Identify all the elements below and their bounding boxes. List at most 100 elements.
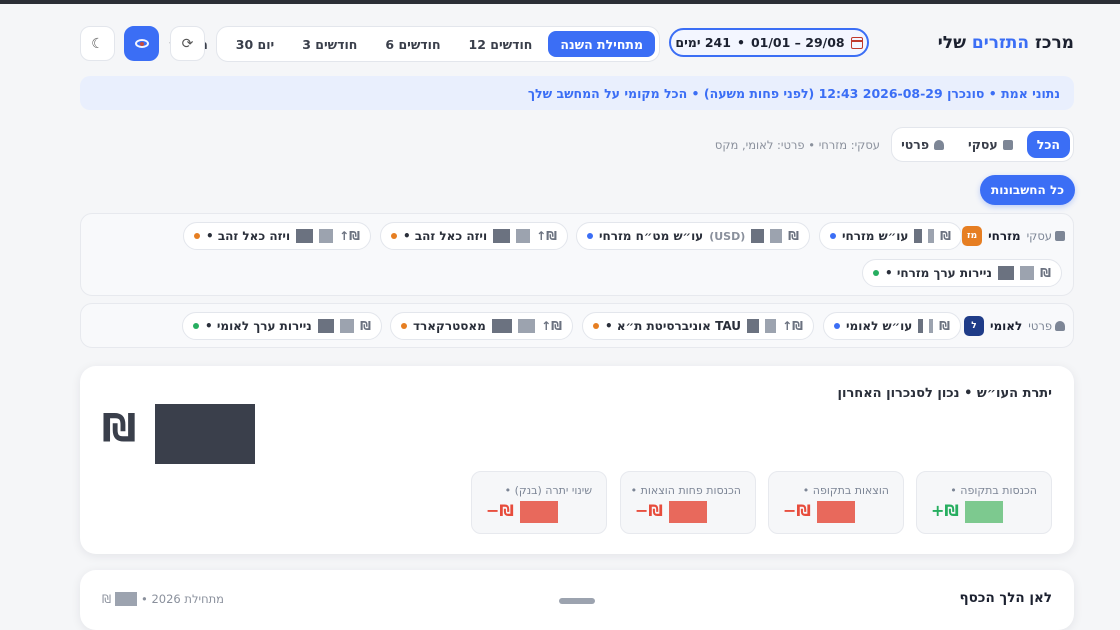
account-currency-code: (USD) [709,229,746,243]
account-currency: ₪ [360,319,371,333]
account-chip[interactable]: עו״ש לאומי ₪ [823,312,961,340]
stat-sign: −₪ [635,501,663,520]
account-chip[interactable]: מאסטרקארד ₪↑ [390,312,573,340]
balance-title: יתרת העו״ש • נכון לסנכרון האחרון [837,386,1052,401]
account-status-dot [830,233,836,239]
account-currency: ₪ [939,319,950,333]
masked-value [339,319,355,333]
period-option[interactable]: 6 חודשים [373,31,452,57]
masked-value [928,319,934,333]
account-status-dot [834,323,840,329]
account-name: TAU אוניברסיטת ת״א • [605,319,741,333]
account-name: עו״ש מזרחי [842,229,909,243]
masked-value [317,319,334,333]
account-name: ניירות ערך לאומי • [205,319,312,333]
filter-personal[interactable]: פרטי [891,131,954,158]
stat-tile: שינוי יתרה (בנק) • −₪ [471,471,607,534]
account-currency: ₪↑ [536,229,557,243]
masked-value [115,592,138,606]
stat-label: הכנסות פחות הוצאות • [630,484,741,497]
balance-currency: ₪ [102,406,137,450]
moon-icon: ☾ [91,35,104,52]
account-chip[interactable]: ניירות ערך מזרחי • ₪ [862,259,1062,287]
sync-notice: נתוני אמת • סונכרן 2026-08-29 12:43 (לפנ… [80,76,1074,110]
refresh-icon: ⟳ [181,35,194,52]
account-status-dot [193,323,199,329]
window-top-bar [0,0,1120,4]
bank-name: מזרחי [988,229,1021,243]
refresh-button[interactable]: ⟳ [170,26,205,61]
spending-meta: מתחילת 2026 • ₪ [102,592,224,606]
stat-sign: −₪ [783,501,811,520]
account-status-dot [587,233,593,239]
date-range-pill[interactable]: 01/01 – 29/08 • 241 ימים [669,28,869,57]
masked-value [669,501,707,523]
masked-value [296,229,313,243]
masked-value [520,501,558,523]
account-name: ויזה כאל זהב • [403,229,488,243]
account-name: מאסטרקארד [413,319,486,333]
privacy-toggle-button[interactable] [124,26,159,61]
stat-label: הוצאות בתקופה • [802,484,889,497]
person-icon [1055,321,1065,331]
building-icon [1002,139,1013,150]
account-chip[interactable]: ניירות ערך לאומי • ₪ [182,312,382,340]
filter-all[interactable]: הכל [1026,131,1070,158]
account-chip[interactable]: עו״ש מזרחי ₪ [819,222,962,250]
masked-value [746,319,760,333]
balance-masked-value [155,404,255,464]
account-name: עו״ש מט״ח מזרחי [599,229,704,243]
stat-label: הכנסות בתקופה • [950,484,1037,497]
theme-toggle-button[interactable]: ☾ [80,26,115,61]
stat-sign: +₪ [931,501,959,520]
account-currency: ₪ [1040,266,1051,280]
account-status-dot [391,233,397,239]
stat-tile: הכנסות פחות הוצאות • −₪ [620,471,756,534]
spending-title: לאן הלך הכסף [959,590,1052,606]
account-currency: ₪↑ [339,229,360,243]
masked-value [493,229,510,243]
masked-value [318,229,334,243]
stat-sign: −₪ [486,501,514,520]
masked-value [491,319,512,333]
masked-value [517,319,536,333]
account-chip[interactable]: TAU אוניברסיטת ת״א • ₪↑ [582,312,814,340]
masked-value [997,266,1014,280]
account-status-dot [593,323,599,329]
account-currency: ₪↑ [782,319,803,333]
masked-value [914,229,922,243]
account-type-filter: הכל עסקי פרטי [891,127,1074,162]
filter-business[interactable]: עסקי [958,131,1023,158]
filter-description: עסקי: מזרחי • פרטי: לאומי, מקס [714,138,880,152]
masked-value [927,229,935,243]
account-status-dot [194,233,200,239]
bank-type: פרטי [1028,319,1065,333]
period-option[interactable]: 3 חודשים [290,31,369,57]
masked-value [1019,266,1035,280]
bank-badge: ל [963,316,984,336]
person-icon [934,139,945,150]
account-name: עו״ש לאומי [846,319,913,333]
period-option[interactable]: 12 חודשים [457,31,545,57]
all-accounts-button[interactable]: כל החשבונות [980,175,1075,205]
bank-name: לאומי [989,319,1023,333]
period-option[interactable]: 30 יום [224,31,286,57]
account-chip[interactable]: ויזה כאל זהב • ₪↑ [183,222,371,250]
bank-badge: מז [962,226,983,246]
account-currency: ₪↑ [541,319,562,333]
calendar-icon [850,36,863,49]
account-status-dot [873,270,879,276]
masked-value [770,229,783,243]
days-count: 241 ימים [675,35,731,50]
masked-value [817,501,855,523]
masked-value [515,229,531,243]
account-chip[interactable]: עו״ש מט״ח מזרחי (USD) ₪ [576,222,810,250]
account-currency: ₪ [940,229,951,243]
account-name: ניירות ערך מזרחי • [885,266,992,280]
balance-card: יתרת העו״ש • נכון לסנכרון האחרון ₪ הכנסו… [80,366,1074,554]
drag-handle[interactable] [559,598,595,604]
date-range-text: 01/01 – 29/08 [750,35,845,50]
period-option[interactable]: מתחילת השנה [548,31,655,57]
account-chip[interactable]: ויזה כאל זהב • ₪↑ [380,222,568,250]
spending-card: לאן הלך הכסף מתחילת 2026 • ₪ [80,570,1074,630]
